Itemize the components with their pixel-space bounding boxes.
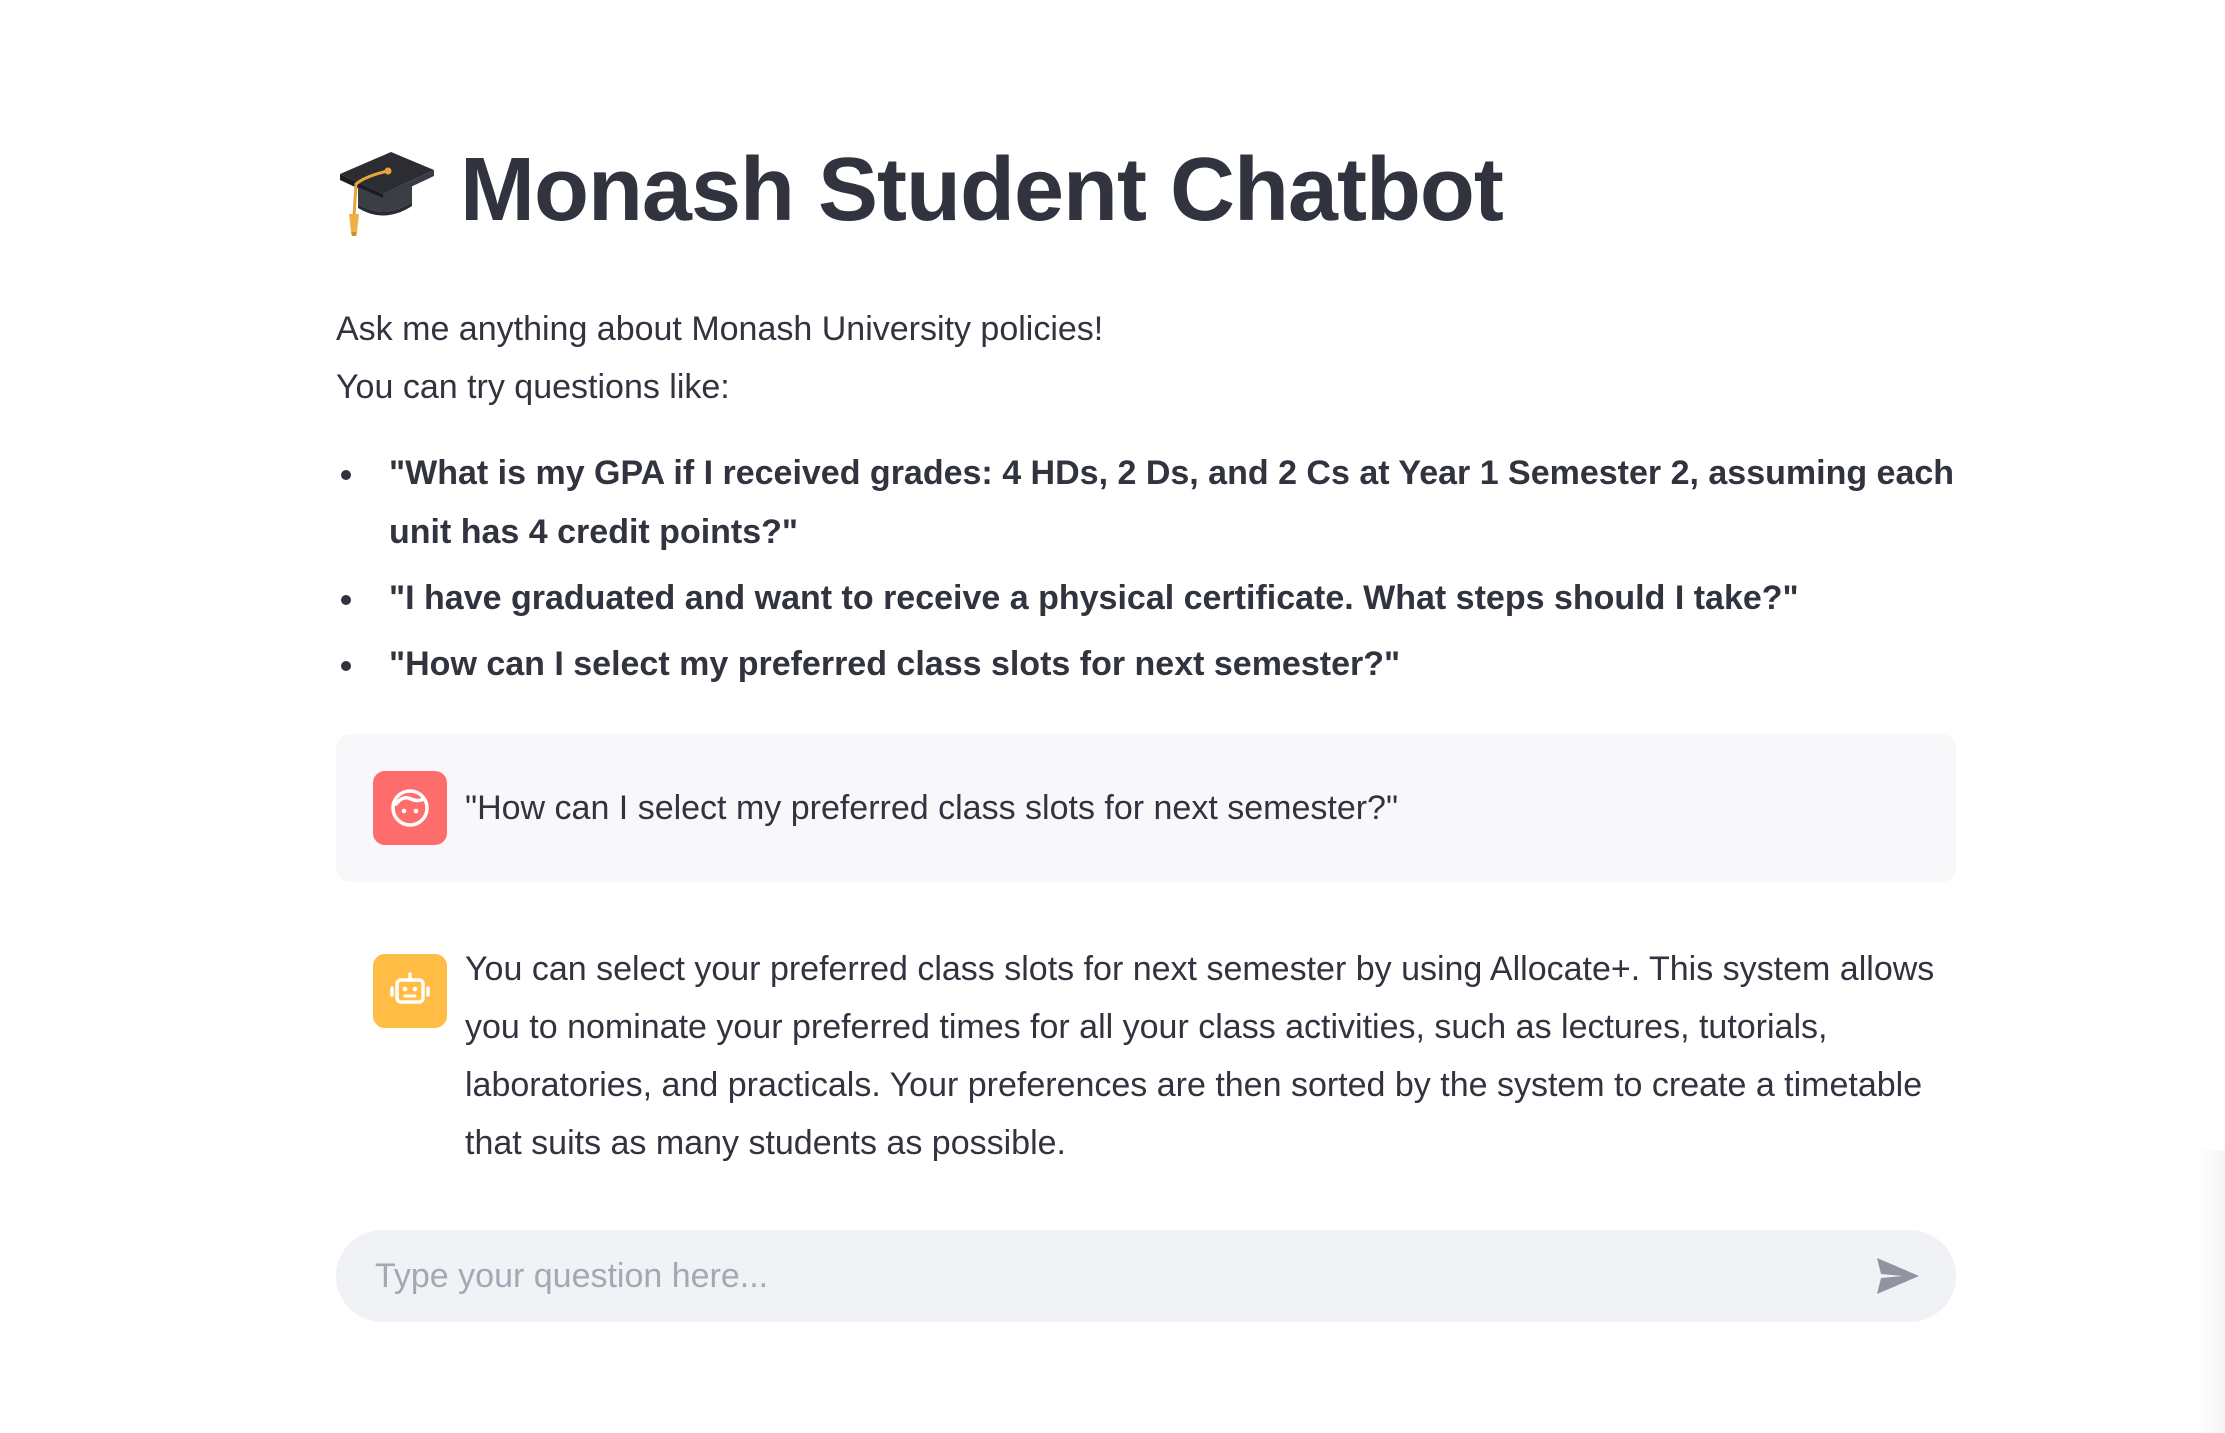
- page-title: Monash Student Chatbot: [460, 139, 1504, 240]
- user-message: "How can I select my preferred class slo…: [336, 734, 1956, 882]
- assistant-avatar: [373, 954, 447, 1028]
- bullet-icon: [341, 595, 351, 605]
- user-face-icon: [391, 789, 429, 827]
- chat-input[interactable]: [336, 1229, 1868, 1323]
- user-avatar: [373, 771, 447, 845]
- example-questions-list: "What is my GPA if I received grades: 4 …: [336, 444, 1956, 694]
- user-message-text: "How can I select my preferred class slo…: [465, 789, 1399, 827]
- edge-shadow: [2195, 1150, 2225, 1433]
- example-question-text: "I have graduated and want to receive a …: [389, 579, 1799, 617]
- title-row: Monash Student Chatbot: [336, 120, 1956, 260]
- example-question: "I have graduated and want to receive a …: [336, 569, 1956, 628]
- assistant-message-text: You can select your preferred class slot…: [465, 950, 1935, 1162]
- send-icon: [1877, 1258, 1919, 1294]
- graduation-cap-icon: [340, 152, 434, 236]
- robot-icon: [390, 972, 430, 1004]
- send-button[interactable]: [1868, 1246, 1928, 1306]
- assistant-message: You can select your preferred class slot…: [336, 950, 1956, 1172]
- bullet-icon: [341, 661, 351, 671]
- example-question: "What is my GPA if I received grades: 4 …: [336, 444, 1956, 562]
- example-question: "How can I select my preferred class slo…: [336, 635, 1956, 694]
- chat-input-container: [336, 1229, 1956, 1323]
- intro-line-1: Ask me anything about Monash University …: [336, 310, 1104, 348]
- bullet-icon: [341, 470, 351, 480]
- intro-line-2: You can try questions like:: [336, 368, 730, 406]
- example-question-text: "What is my GPA if I received grades: 4 …: [389, 454, 1955, 551]
- main-content: Monash Student Chatbot Ask me anything a…: [336, 120, 1956, 1172]
- example-question-text: "How can I select my preferred class slo…: [389, 645, 1401, 683]
- intro-text: Ask me anything about Monash University …: [336, 300, 1956, 416]
